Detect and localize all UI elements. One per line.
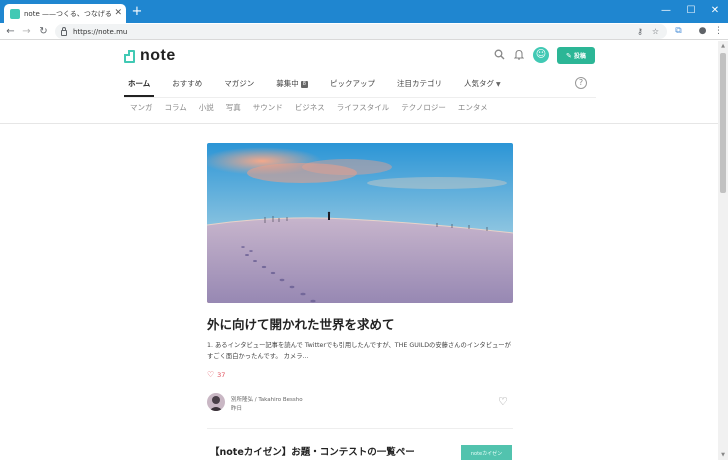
like-heart-icon[interactable]: ♡: [498, 396, 508, 408]
nav-item-popular-tags-label: 人気タグ: [463, 79, 494, 88]
user-avatar-icon[interactable]: ☺: [533, 47, 549, 63]
scroll-down-arrow-icon[interactable]: ▼: [718, 450, 728, 460]
category-manga[interactable]: マンガ: [130, 102, 153, 113]
chevron-down-icon: ▼: [495, 81, 501, 88]
post-button-label: 投稿: [573, 53, 586, 60]
card-divider: [207, 428, 513, 429]
category-technology[interactable]: テクノロジー: [401, 102, 446, 113]
window-close-button[interactable]: ✕: [704, 2, 726, 20]
nav-item-featured-categories[interactable]: 注目カテゴリ: [393, 76, 446, 97]
like-count: 37: [217, 370, 226, 379]
scroll-thumb[interactable]: [720, 53, 726, 193]
close-icon[interactable]: ✕: [114, 9, 122, 18]
note-logo-icon: [124, 49, 135, 63]
category-sound[interactable]: サウンド: [253, 102, 283, 113]
heart-icon: ♡: [207, 370, 215, 379]
nav-item-magazine[interactable]: マガジン: [220, 76, 258, 97]
note-favicon-icon: [10, 8, 20, 19]
help-icon[interactable]: ?: [575, 77, 587, 89]
category-nav: マンガ コラム 小説 写真 サウンド ビジネス ライフスタイル テクノロジー エ…: [130, 102, 500, 113]
profile-icon[interactable]: ●: [696, 25, 709, 38]
address-bar[interactable]: https://note.mu ⚷ ☆: [55, 24, 667, 39]
nav-item-pickup[interactable]: ピックアップ: [326, 76, 379, 97]
page-scrollbar[interactable]: ▲ ▼: [718, 41, 728, 460]
recruiting-count-badge: 8: [300, 81, 308, 88]
nav-item-recruiting[interactable]: 募集中 8: [272, 76, 312, 97]
post-button[interactable]: ✎ 投稿: [557, 47, 595, 64]
main-nav: ホーム おすすめ マガジン 募集中 8 ピックアップ 注目カテゴリ 人気タグ ▼: [124, 76, 596, 97]
more-menu-icon[interactable]: ⋮: [712, 25, 725, 38]
bell-icon[interactable]: [512, 49, 526, 63]
extension-icon[interactable]: ⧉: [672, 25, 685, 38]
like-count-row: ♡ 37: [207, 370, 225, 379]
category-column[interactable]: コラム: [165, 102, 187, 113]
scroll-up-arrow-icon[interactable]: ▲: [718, 41, 728, 51]
search-icon[interactable]: [492, 49, 506, 63]
header-divider: [0, 123, 718, 124]
minimize-button[interactable]: —: [655, 2, 677, 20]
note-logo[interactable]: note: [124, 47, 176, 64]
category-photo[interactable]: 写真: [226, 102, 241, 113]
logo-text: note: [140, 47, 176, 64]
nav-item-popular-tags[interactable]: 人気タグ ▼: [460, 76, 505, 97]
article-excerpt: 1. あるインタビュー記事を読んで Twitterでも引用したんですが、THE …: [207, 342, 511, 360]
article-hero-image[interactable]: [207, 143, 513, 303]
post-date: 昨日: [231, 406, 243, 412]
forward-arrow-icon[interactable]: →: [20, 25, 33, 38]
tab-title: note ——つくる、つなげる、とどける。: [24, 9, 112, 18]
lock-icon: [61, 26, 67, 36]
category-entertainment[interactable]: エンタメ: [458, 102, 488, 113]
nav-item-recruiting-label: 募集中: [276, 79, 299, 88]
maximize-button[interactable]: ☐: [680, 2, 702, 20]
browser-titlebar: note ——つくる、つなげる、とどける。 ✕ + — ☐ ✕: [0, 0, 728, 23]
reload-icon[interactable]: ↻: [37, 25, 50, 38]
nav-divider: [124, 97, 596, 98]
new-tab-button[interactable]: +: [130, 4, 144, 20]
category-novel[interactable]: 小説: [199, 102, 214, 113]
url-text: https://note.mu: [73, 27, 128, 36]
pencil-icon: ✎: [566, 51, 572, 60]
key-icon[interactable]: ⚷: [637, 24, 643, 39]
category-business[interactable]: ビジネス: [295, 102, 325, 113]
next-article-thumbnail[interactable]: noteカイゼン: [461, 445, 512, 460]
nav-item-recommended[interactable]: おすすめ: [168, 76, 206, 97]
author-name[interactable]: 別所隆弘 / Takahiro Bessho: [231, 395, 303, 403]
browser-tab[interactable]: note ——つくる、つなげる、とどける。 ✕: [4, 4, 126, 23]
category-lifestyle[interactable]: ライフスタイル: [337, 102, 390, 113]
next-article-title[interactable]: 【noteカイゼン】お題・コンテストの一覧ペー: [210, 444, 455, 458]
nav-item-home[interactable]: ホーム: [124, 76, 155, 97]
bookmark-star-icon[interactable]: ☆: [652, 24, 659, 39]
author-avatar[interactable]: [207, 393, 225, 411]
article-title[interactable]: 外に向けて開かれた世界を求めて: [207, 314, 513, 333]
back-arrow-icon[interactable]: ←: [4, 25, 17, 38]
browser-toolbar: ← → ↻ https://note.mu ⚷ ☆ ⧉ ● ⋮: [0, 23, 728, 40]
